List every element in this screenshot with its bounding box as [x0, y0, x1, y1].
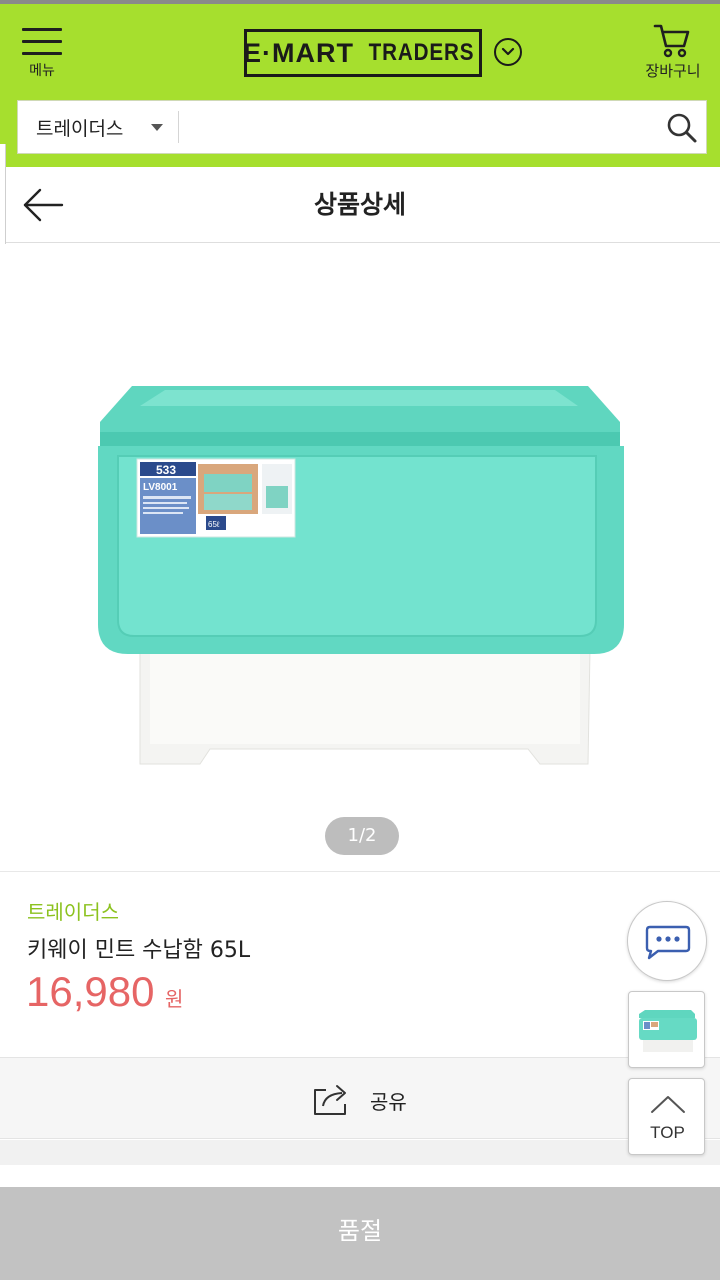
- scroll-top-button[interactable]: TOP: [628, 1078, 705, 1155]
- svg-text:533: 533: [156, 463, 176, 477]
- divider: [178, 111, 179, 143]
- menu-button[interactable]: 메뉴: [18, 24, 66, 84]
- page-title: 상품상세: [313, 190, 406, 219]
- price-unit: 원: [165, 987, 184, 1011]
- svg-text:LV8001: LV8001: [143, 482, 178, 493]
- cart-button[interactable]: 장바구니: [636, 22, 710, 86]
- search-scope-select[interactable]: 트레이더스: [18, 101, 178, 153]
- share-row: 공유: [0, 1057, 720, 1139]
- logo-text-emart: E·MART: [243, 37, 354, 68]
- menu-label: 메뉴: [29, 63, 55, 79]
- top-label: TOP: [650, 1123, 685, 1142]
- search-bar: 트레이더스: [17, 100, 707, 154]
- share-button[interactable]: 공유: [312, 1080, 412, 1120]
- product-thumbnail: [639, 1010, 697, 1052]
- search-scope-value: 트레이더스: [36, 117, 124, 140]
- share-label: 공유: [370, 1090, 407, 1114]
- section-gap: [0, 1140, 720, 1165]
- share-icon: [314, 1085, 346, 1115]
- site-header: 메뉴 E·MART TRADERS 장바구니 트레이더스: [0, 4, 720, 167]
- back-button[interactable]: [22, 187, 66, 223]
- search-input[interactable]: [188, 105, 648, 149]
- cart-label: 장바구니: [645, 62, 701, 80]
- emart-traders-logo[interactable]: E·MART TRADERS: [243, 29, 482, 77]
- logo-text-traders: TRADERS: [368, 39, 475, 66]
- product-name: 키웨이 민트 수납함 65L: [27, 938, 251, 963]
- product-thumbnail-button[interactable]: [628, 991, 705, 1068]
- product-photo: 533 LV8001 65ℓ: [98, 386, 624, 765]
- chat-button[interactable]: [627, 901, 707, 981]
- chevron-down-icon[interactable]: [494, 38, 522, 66]
- chevron-up-icon: [651, 1096, 685, 1113]
- title-bar: 상품상세: [0, 167, 720, 243]
- product-price: 16,980: [26, 968, 155, 1015]
- product-image-carousel[interactable]: 533 LV8001 65ℓ 1/2: [0, 244, 720, 872]
- product-brand[interactable]: 트레이더스: [27, 896, 119, 925]
- chat-icon: [645, 925, 691, 960]
- image-pager: 1/2: [325, 817, 399, 855]
- cart-icon: [653, 24, 690, 58]
- svg-text:65ℓ: 65ℓ: [208, 520, 220, 529]
- soldout-button[interactable]: 품절: [0, 1187, 720, 1280]
- caret-down-icon: [151, 124, 163, 131]
- back-arrow-icon: [23, 188, 64, 222]
- search-icon[interactable]: [666, 112, 698, 144]
- hamburger-icon: [22, 28, 62, 64]
